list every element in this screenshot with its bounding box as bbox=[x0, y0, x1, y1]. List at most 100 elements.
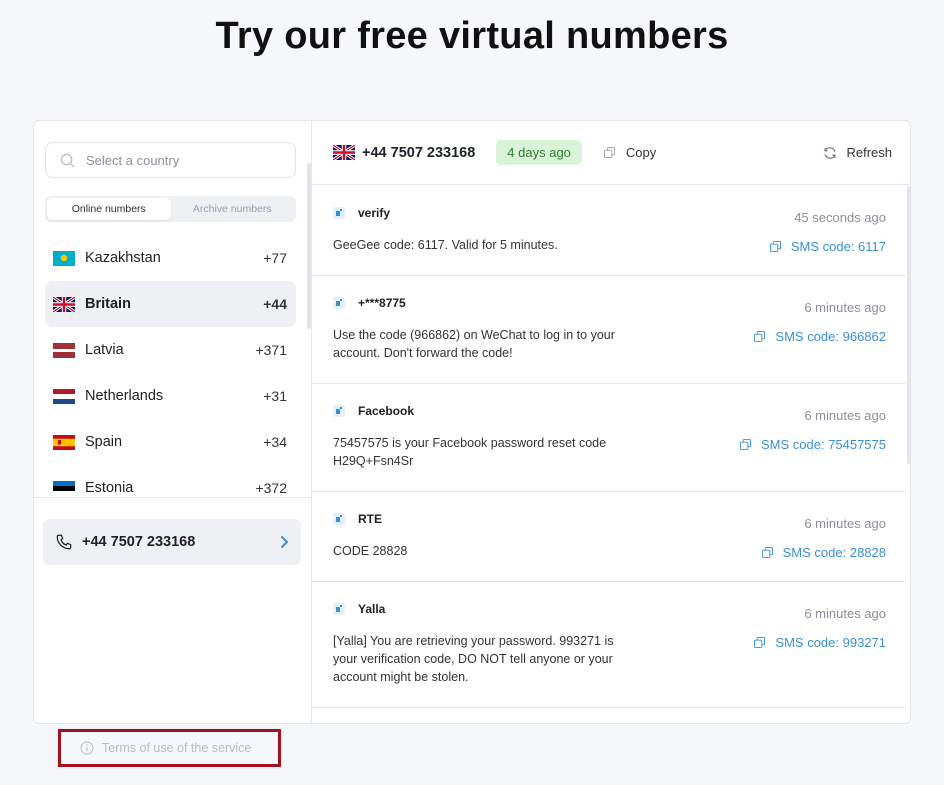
sender-name: Facebook bbox=[358, 404, 415, 418]
britain-flag-icon bbox=[53, 296, 75, 312]
sms-code-button[interactable]: SMS code: 993271 bbox=[754, 635, 886, 650]
header-number: +44 7507 233168 bbox=[362, 144, 476, 161]
tab-archive-numbers[interactable]: Archive numbers bbox=[171, 198, 295, 220]
terms-label: Terms of use of the service bbox=[102, 741, 252, 755]
selected-number-button[interactable]: +44 7507 233168 bbox=[43, 519, 301, 565]
country-item-estonia[interactable]: Estonia +372 bbox=[45, 465, 296, 497]
message-list: verify 45 seconds ago GeeGee code: 6117.… bbox=[312, 186, 906, 723]
country-list-scrollbar[interactable] bbox=[307, 163, 311, 329]
copy-icon bbox=[754, 331, 766, 342]
sms-code-button[interactable]: SMS code: 6117 bbox=[769, 239, 886, 254]
info-icon bbox=[80, 741, 94, 755]
country-item-netherlands[interactable]: Netherlands +31 bbox=[45, 373, 296, 419]
search-icon bbox=[60, 153, 75, 167]
country-name: Estonia bbox=[85, 480, 134, 496]
virtual-numbers-card: Online numbers Archive numbers Kazakhsta… bbox=[33, 120, 911, 724]
country-name: Netherlands bbox=[85, 388, 164, 404]
message-sender: +***8775 bbox=[333, 296, 406, 310]
sms-code: SMS code: 28828 bbox=[782, 545, 886, 560]
refresh-icon bbox=[824, 146, 837, 159]
country-name: Britain bbox=[85, 296, 131, 312]
sms-icon bbox=[333, 405, 345, 417]
divider bbox=[34, 497, 312, 498]
copy-icon bbox=[739, 439, 751, 450]
message-text: [Yalla] You are retrieving your password… bbox=[333, 634, 614, 684]
message-sender: Facebook bbox=[333, 404, 414, 418]
copy-label: Copy bbox=[625, 145, 657, 160]
number-header: +44 7507 233168 4 days ago Copy Refresh bbox=[312, 121, 910, 185]
country-item-latvia[interactable]: Latvia +371 bbox=[45, 327, 296, 373]
message-time: 6 minutes ago bbox=[804, 300, 886, 315]
sms-icon bbox=[333, 297, 345, 309]
sender-name: Yalla bbox=[358, 602, 386, 616]
sms-icon bbox=[333, 207, 345, 219]
country-code: +372 bbox=[255, 480, 287, 496]
message-text: Use the code (966862) on WeChat to log i… bbox=[333, 328, 615, 360]
page-title: Try our free virtual numbers bbox=[215, 15, 729, 57]
copy-button[interactable]: Copy bbox=[603, 145, 657, 160]
terms-link[interactable]: Terms of use of the service bbox=[58, 729, 281, 767]
message-sender: RTE bbox=[333, 512, 382, 526]
spain-flag-icon bbox=[53, 434, 75, 450]
sender-name: RTE bbox=[358, 512, 382, 526]
country-item-kazakhstan[interactable]: Kazakhstan +77 bbox=[45, 235, 296, 281]
message-sender: verify bbox=[333, 206, 390, 220]
messages-panel: +44 7507 233168 4 days ago Copy Refresh … bbox=[312, 121, 910, 723]
netherlands-flag-icon bbox=[53, 388, 75, 404]
message-text: CODE 28828 bbox=[333, 544, 408, 558]
country-name: Spain bbox=[85, 434, 123, 450]
sms-icon bbox=[333, 513, 345, 525]
message-item: Facebook 6 minutes ago 75457575 is your … bbox=[312, 384, 906, 492]
sms-code-button[interactable]: SMS code: 28828 bbox=[761, 545, 886, 560]
tab-online-numbers[interactable]: Online numbers bbox=[47, 198, 171, 220]
message-item: +***8775 6 minutes ago Use the code (966… bbox=[312, 276, 906, 384]
message-item: RTE 6 minutes ago CODE 28828 SMS code: 2… bbox=[312, 492, 906, 582]
sms-code: SMS code: 993271 bbox=[775, 635, 886, 650]
country-code: +44 bbox=[263, 296, 287, 312]
country-item-britain[interactable]: Britain +44 bbox=[45, 281, 296, 327]
copy-icon bbox=[761, 547, 773, 558]
sms-code: SMS code: 75457575 bbox=[760, 437, 886, 452]
message-time: 45 seconds ago bbox=[794, 210, 886, 225]
message-list-scrollbar[interactable] bbox=[907, 186, 910, 464]
message-time: 6 minutes ago bbox=[804, 606, 886, 621]
country-search-input[interactable] bbox=[86, 152, 286, 168]
sms-code-button[interactable]: SMS code: 75457575 bbox=[739, 437, 886, 452]
refresh-button[interactable]: Refresh bbox=[823, 145, 892, 160]
copy-icon bbox=[769, 241, 781, 252]
country-panel: Online numbers Archive numbers Kazakhsta… bbox=[34, 121, 312, 723]
message-time: 6 minutes ago bbox=[804, 516, 886, 531]
age-badge: 4 days ago bbox=[496, 140, 582, 165]
country-code: +34 bbox=[263, 434, 287, 450]
sms-icon bbox=[333, 603, 345, 615]
copy-icon bbox=[754, 637, 766, 648]
selected-number: +44 7507 233168 bbox=[82, 534, 196, 550]
message-time: 6 minutes ago bbox=[804, 408, 886, 423]
sms-code: SMS code: 966862 bbox=[775, 329, 886, 344]
copy-icon bbox=[603, 147, 615, 158]
refresh-label: Refresh bbox=[846, 145, 892, 160]
britain-flag-icon bbox=[333, 145, 355, 160]
sender-name: verify bbox=[358, 206, 391, 220]
country-code: +31 bbox=[263, 388, 287, 404]
sender-name: +***8775 bbox=[358, 296, 406, 310]
country-item-spain[interactable]: Spain +34 bbox=[45, 419, 296, 465]
number-tabs: Online numbers Archive numbers bbox=[45, 196, 296, 222]
chevron-right-icon bbox=[281, 536, 288, 548]
message-text: 75457575 is your Facebook password reset… bbox=[333, 436, 607, 468]
message-text: GeeGee code: 6117. Valid for 5 minutes. bbox=[333, 238, 558, 252]
estonia-flag-icon bbox=[53, 480, 75, 496]
message-item: verify 45 seconds ago GeeGee code: 6117.… bbox=[312, 186, 906, 276]
country-code: +77 bbox=[263, 250, 287, 266]
sms-code: SMS code: 6117 bbox=[790, 239, 886, 254]
country-list: Kazakhstan +77 Britain +44 Latvia +371 N… bbox=[34, 235, 312, 497]
phone-icon bbox=[56, 534, 72, 550]
country-code: +371 bbox=[255, 342, 287, 358]
country-name: Kazakhstan bbox=[85, 250, 161, 266]
message-item: Yalla 6 minutes ago [Yalla] You are retr… bbox=[312, 582, 906, 708]
latvia-flag-icon bbox=[53, 342, 75, 358]
country-search[interactable] bbox=[45, 142, 296, 178]
sms-code-button[interactable]: SMS code: 966862 bbox=[754, 329, 886, 344]
country-name: Latvia bbox=[85, 342, 124, 358]
kazakhstan-flag-icon bbox=[53, 250, 75, 266]
